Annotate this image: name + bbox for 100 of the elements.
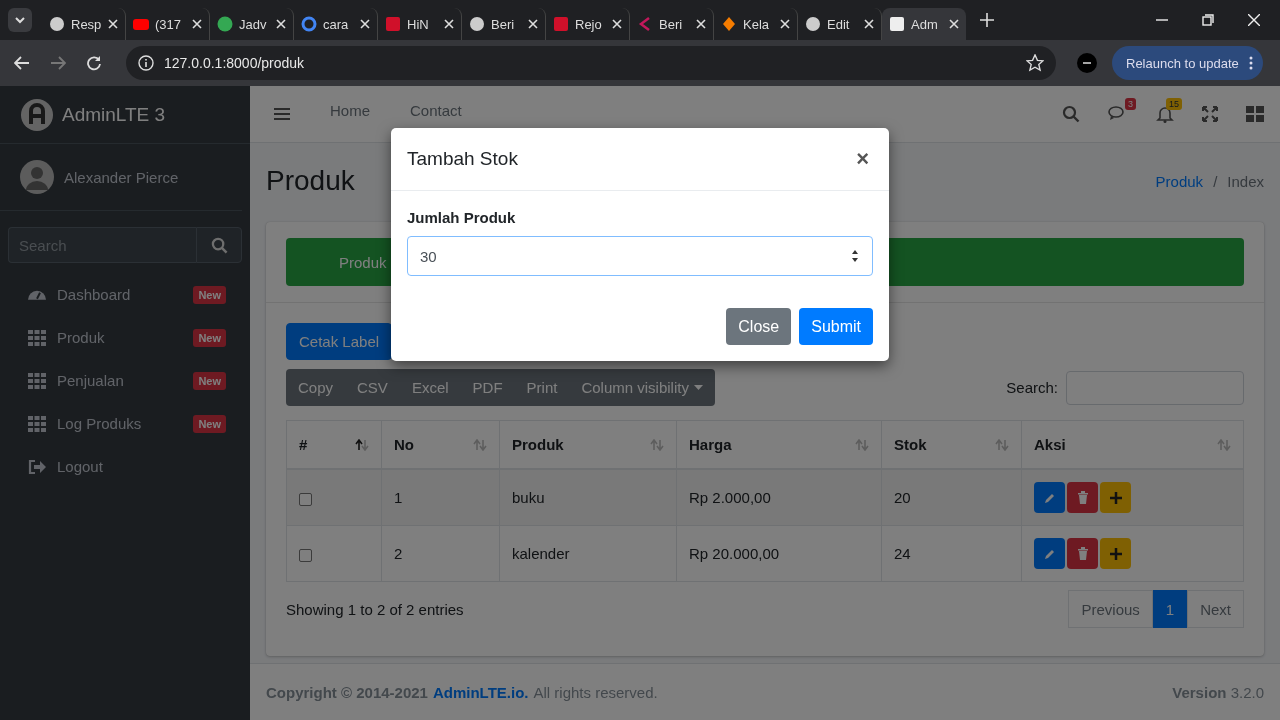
delete-button[interactable] [1067,482,1098,513]
close-icon[interactable] [864,19,874,29]
submit-button[interactable]: Submit [799,308,873,345]
sidebar-item[interactable]: Produk New [8,316,242,359]
next-button[interactable]: Next [1187,590,1244,628]
search-label: Search: [1006,379,1058,396]
logout-icon [27,457,47,476]
version-text: Version 3.2.0 [1172,683,1264,701]
close-icon[interactable] [949,19,959,29]
previous-button[interactable]: Previous [1068,590,1153,628]
close-icon[interactable] [528,19,538,29]
grid-icon[interactable] [1246,106,1264,122]
add-stock-button[interactable] [1100,538,1131,569]
export-button[interactable]: CSV [345,369,400,406]
brand-name: AdminLTE 3 [62,103,166,126]
grid-icon [27,328,47,347]
table-cell: 2 [381,525,500,582]
field-label: Jumlah Produk [407,209,517,226]
quantity-field[interactable]: 30 [407,236,873,276]
forward-icon[interactable] [50,55,66,71]
bell-icon[interactable] [1156,105,1174,123]
nav-link[interactable]: Contact [402,101,470,119]
export-button[interactable]: PDF [460,369,515,406]
edit-button[interactable] [1034,482,1065,513]
close-icon[interactable] [696,19,706,29]
sidebar-item[interactable]: Log Produks New [8,402,242,445]
close-button[interactable]: × [852,146,873,172]
search-button[interactable] [196,227,242,263]
profile-icon[interactable] [1076,52,1098,74]
tab-search-button[interactable] [8,8,32,32]
search-icon [210,236,228,254]
close-icon[interactable] [1248,14,1260,26]
sidebar-item[interactable]: Logout [8,445,242,488]
favicon-icon [553,16,569,32]
relaunch-button[interactable]: Relaunch to update [1112,46,1263,80]
table-cell: Rp 20.000,00 [676,525,882,582]
info-icon[interactable] [138,55,154,71]
breadcrumb-item[interactable]: Index [1227,172,1264,190]
pencil-icon [1044,492,1055,503]
sidebar-item[interactable]: Dashboard New [8,273,242,316]
caret-icon [693,385,703,390]
export-button[interactable]: Print [514,369,570,406]
page-button[interactable]: 1 [1152,590,1188,628]
new-badge: New [193,414,226,433]
print-label-button[interactable]: Cetak Label [286,323,393,360]
nav-link[interactable]: Home [322,101,378,119]
sort-icon[interactable] [355,438,369,451]
spinner-icon[interactable] [850,248,860,264]
notification-count-badge: 15 [1166,98,1182,110]
user-name[interactable]: Alexander Pierce [64,168,179,186]
table-info: Showing 1 to 2 of 2 entries [286,600,464,618]
close-icon[interactable] [360,19,370,29]
breadcrumb-item[interactable]: Produk [1155,172,1204,190]
favicon-icon [49,16,65,32]
search-icon[interactable] [1062,105,1080,123]
delete-button[interactable] [1067,538,1098,569]
favicon-icon [385,16,401,32]
footer-link[interactable]: AdminLTE.io. [432,683,529,701]
add-stock-button[interactable] [1100,482,1131,513]
plus-icon [1109,547,1122,560]
fullscreen-icon[interactable] [1202,106,1218,122]
menu-icon[interactable] [274,107,290,121]
reload-icon[interactable] [86,55,102,71]
close-icon[interactable] [444,19,454,29]
export-button[interactable]: Excel [399,369,461,406]
favicon-icon [469,16,485,32]
new-tab-icon[interactable] [980,13,994,27]
column-visibility-button[interactable]: Column visibility [569,369,715,406]
close-icon[interactable] [612,19,622,29]
favicon-icon [301,16,317,32]
back-icon[interactable] [14,55,30,71]
new-badge: New [193,285,226,304]
browser-tab[interactable]: Adm [882,8,966,40]
favicon-icon [217,16,233,32]
copyright-text: Copyright © 2014-2021 [266,683,428,701]
sidebar-item[interactable]: Penjualan New [8,359,242,402]
pencil-icon [1044,548,1055,559]
grid-icon [27,414,47,433]
close-button[interactable]: Close [726,308,792,345]
bookmark-star-icon[interactable] [1026,54,1044,72]
grid-icon [27,371,47,390]
logo-icon [20,97,54,132]
row-checkbox[interactable] [299,548,312,562]
gauge-icon [27,289,47,300]
trash-icon [1076,547,1089,560]
close-icon[interactable] [276,19,286,29]
close-icon[interactable] [192,19,202,29]
favicon-icon [133,16,149,32]
avatar-icon [20,160,54,194]
close-icon[interactable] [108,19,118,29]
table-cell: buku [499,469,677,526]
restore-icon[interactable] [1202,14,1214,26]
row-checkbox[interactable] [299,492,312,506]
page-title: Produk [266,165,355,197]
address-field[interactable]: 127.0.0.1:8000/produk [126,46,1056,80]
export-button[interactable]: Copy [286,369,346,406]
edit-button[interactable] [1034,538,1065,569]
favicon-icon [721,16,737,32]
more-icon[interactable] [1248,56,1253,70]
close-icon[interactable] [780,19,790,29]
